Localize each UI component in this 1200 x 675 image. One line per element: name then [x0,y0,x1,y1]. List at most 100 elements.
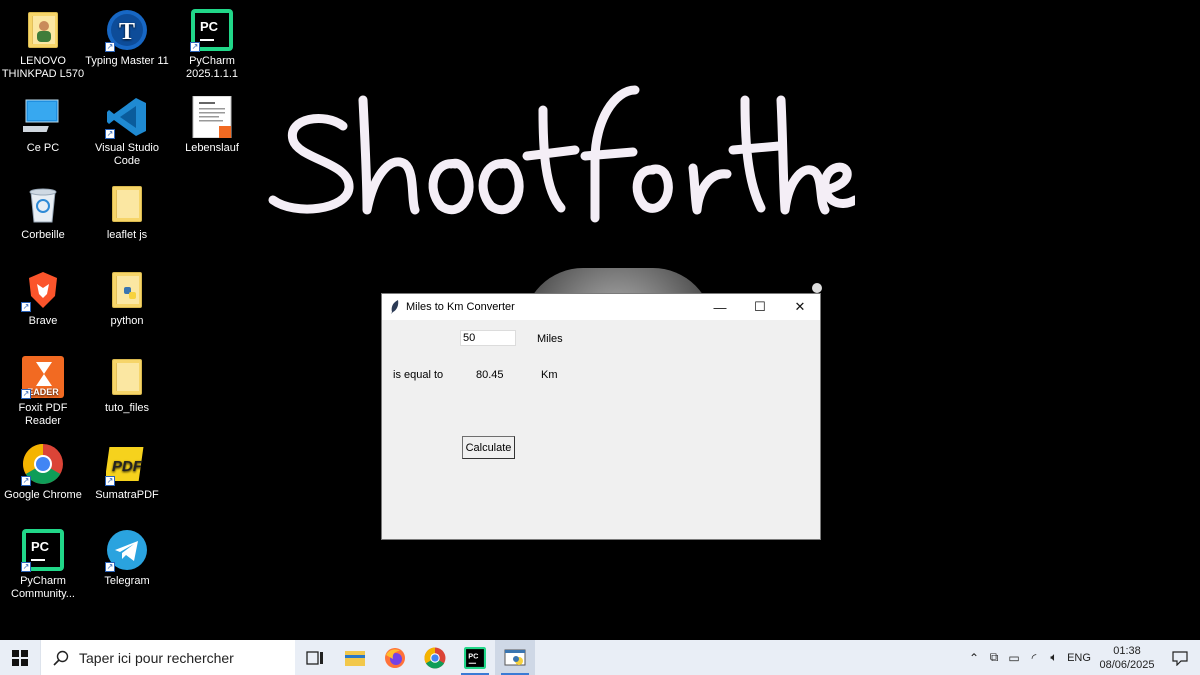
desktop-icon-label: Corbeille [21,229,65,241]
task-view-button[interactable] [295,640,335,675]
shortcut-arrow-icon: ↗ [190,42,200,52]
desktop-icon-label: Foxit PDF Reader [18,402,68,427]
file-explorer-icon [345,650,365,666]
brave-icon: ↗ [21,268,65,312]
typing-master-icon: T ↗ [105,8,149,52]
computer-icon [21,95,65,139]
svg-text:T: T [119,19,135,45]
clock-time: 01:38 [1113,644,1141,657]
svg-text:PC: PC [200,19,219,34]
desktop-icon-tuto-files[interactable]: tuto_files [84,355,170,415]
desktop-icon-python[interactable]: python [84,268,170,328]
notification-button[interactable] [1160,650,1200,666]
document-icon [190,95,234,139]
clock[interactable]: 01:38 08/06/2025 [1094,644,1160,672]
shortcut-arrow-icon: ↗ [105,562,115,572]
is-equal-to-label: is equal to [393,369,444,381]
desktop-icon-label: Lebenslauf [185,142,239,154]
language-indicator[interactable]: ENG [1064,652,1094,664]
wallpaper-handwriting [268,85,855,223]
desktop-icon-label: PyCharm Community... [11,575,75,600]
window-body: Miles is equal to 80.45 Km Calculate [382,320,820,539]
desktop-icon-corbeille[interactable]: Corbeille [0,182,86,242]
pycharm-icon: PC [464,646,486,669]
miles-input[interactable] [460,330,516,346]
km-label: Km [541,369,558,381]
clock-date: 08/06/2025 [1099,658,1155,671]
desktop-icon-lebenslauf[interactable]: Lebenslauf [169,95,255,155]
desktop-icon-label: Telegram [104,575,150,587]
sumatra-icon: PDF ↗ [105,442,149,486]
shortcut-arrow-icon: ↗ [105,42,115,52]
desktop-icon-typing-master[interactable]: T ↗ Typing Master 11 [84,8,170,68]
taskbar-chrome[interactable] [415,640,455,675]
volume-icon[interactable]: 🔈︎ [1044,650,1064,665]
wifi-icon[interactable]: ◜ [1024,651,1044,665]
close-button[interactable]: ✕ [780,294,820,320]
folder-icon [105,182,149,226]
notification-icon [1172,650,1188,666]
show-hidden-icons-chevron-icon[interactable]: ⌃ [964,651,984,665]
desktop-icon-vscode[interactable]: ↗ Visual Studio Code [84,95,170,168]
desktop-icon-chrome[interactable]: ↗ Google Chrome [0,442,86,502]
desktop-icon-label: PyCharm 2025.1.1.1 [186,55,238,80]
taskbar-search[interactable]: Taper ici pour rechercher [40,640,295,675]
search-placeholder: Taper ici pour rechercher [79,649,234,666]
maximize-button[interactable]: ☐ [740,294,780,320]
foxit-icon: EADER ↗ [21,355,65,399]
taskbar-pycharm[interactable]: PC [455,640,495,675]
taskbar-file-explorer[interactable] [335,640,375,675]
svg-text:EADER: EADER [27,387,59,397]
folder-icon [105,355,149,399]
shortcut-arrow-icon: ↗ [21,562,31,572]
wallpaper-moon-glint [812,283,822,293]
svg-text:PC: PC [468,651,479,660]
chrome-icon: ↗ [21,442,65,486]
desktop-icon-foxit[interactable]: EADER ↗ Foxit PDF Reader [0,355,86,428]
miles-label: Miles [537,333,563,345]
shortcut-arrow-icon: ↗ [105,476,115,486]
desktop-icon-label: Brave [28,315,58,327]
desktop-icon-pycharm-community[interactable]: PC ↗ PyCharm Community... [0,528,86,601]
desktop-icon-leaflet[interactable]: leaflet js [84,182,170,242]
desktop-icon-telegram[interactable]: ↗ Telegram [84,528,170,588]
recycle-bin-icon [21,182,65,226]
pycharm-icon: PC ↗ [21,528,65,572]
shortcut-arrow-icon: ↗ [21,476,31,486]
window-titlebar[interactable]: Miles to Km Converter — ☐ ✕ [382,294,820,320]
desktop-icon-sumatra[interactable]: PDF ↗ SumatraPDF [84,442,170,502]
desktop-icon-ce-pc[interactable]: Ce PC [0,95,86,155]
battery-icon[interactable]: ▭ [1004,651,1024,665]
svg-text:PDF: PDF [112,458,143,475]
desktop-icon-lenovo[interactable]: LENOVO THINKPAD L570 [0,8,86,81]
windows-logo-icon [12,649,28,666]
svg-text:PC: PC [31,539,50,554]
shortcut-arrow-icon: ↗ [21,302,31,312]
feather-icon [391,300,399,314]
desktop-icon-label: SumatraPDF [95,489,159,501]
taskbar-firefox[interactable] [375,640,415,675]
pycharm-icon: PC ↗ [190,8,234,52]
taskbar: Taper ici pour rechercher PC ⌃ ⧉ ▭ ◜ 🔈︎ … [0,640,1200,675]
telegram-icon: ↗ [105,528,149,572]
desktop-icon-pycharm[interactable]: PC ↗ PyCharm 2025.1.1.1 [169,8,255,81]
meet-now-icon[interactable]: ⧉ [984,650,1004,665]
desktop-icon-label: tuto_files [104,402,150,414]
firefox-icon [385,647,405,668]
result-value: 80.45 [476,369,504,381]
desktop-icon-brave[interactable]: ↗ Brave [0,268,86,328]
search-icon [53,650,69,666]
taskbar-python-tk[interactable] [495,640,535,675]
minimize-button[interactable]: — [700,294,740,320]
desktop-icon-label: Visual Studio Code [94,142,159,167]
converter-window[interactable]: Miles to Km Converter — ☐ ✕ Miles is equ… [381,293,821,540]
desktop-icon-label: Google Chrome [4,489,82,501]
shortcut-arrow-icon: ↗ [21,389,31,399]
task-view-icon [306,650,323,665]
system-tray: ⌃ ⧉ ▭ ◜ 🔈︎ ENG 01:38 08/06/2025 [964,640,1200,675]
desktop-icon-label: LENOVO THINKPAD L570 [1,55,85,80]
folder-icon [105,268,149,312]
calculate-button[interactable]: Calculate [462,436,515,459]
start-button[interactable] [0,640,40,675]
desktop-icon-label: Typing Master 11 [85,55,169,67]
